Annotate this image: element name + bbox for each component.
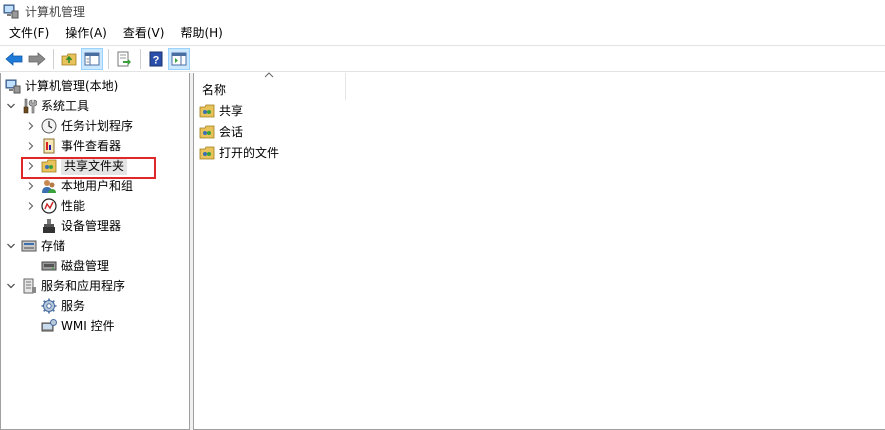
tree-item-computer-management[interactable]: 计算机管理(本地) bbox=[5, 76, 118, 96]
computer-management-icon bbox=[5, 78, 21, 94]
list-item-shares[interactable]: 共享 bbox=[199, 101, 243, 121]
forward-button[interactable] bbox=[26, 48, 48, 70]
device-manager-icon bbox=[41, 218, 57, 234]
tree-item-system-tools[interactable]: 系统工具 bbox=[5, 96, 89, 116]
tree-item-event-viewer[interactable]: 事件查看器 bbox=[25, 136, 121, 156]
users-icon bbox=[41, 178, 57, 194]
clock-icon bbox=[41, 118, 57, 134]
performance-icon bbox=[41, 198, 57, 214]
chevron-down-icon[interactable] bbox=[5, 236, 17, 256]
chevron-right-icon[interactable] bbox=[25, 176, 37, 196]
tree-item-services[interactable]: 服务 bbox=[37, 296, 85, 316]
tree-item-label: 存储 bbox=[41, 239, 66, 253]
shared-folder-icon bbox=[199, 145, 215, 161]
gear-icon bbox=[41, 298, 57, 314]
event-viewer-icon bbox=[41, 138, 57, 154]
system-tools-icon bbox=[21, 98, 38, 114]
toolbar: ? bbox=[0, 45, 885, 72]
toolbar-separator bbox=[108, 48, 109, 69]
show-hide-tree-icon bbox=[84, 52, 100, 65]
tree-item-label: 任务计划程序 bbox=[61, 119, 134, 133]
action-pane-icon bbox=[171, 52, 187, 65]
tree-item-label: 服务和应用程序 bbox=[41, 279, 126, 293]
chevron-right-icon[interactable] bbox=[25, 116, 37, 136]
chevron-down-icon[interactable] bbox=[5, 96, 17, 116]
tree-item-label: 事件查看器 bbox=[61, 139, 122, 153]
shared-folder-icon bbox=[199, 103, 215, 119]
chevron-right-icon[interactable] bbox=[25, 196, 37, 216]
column-header-name[interactable]: 名称 bbox=[194, 71, 346, 100]
menu-action[interactable]: 操作(A) bbox=[56, 23, 114, 44]
tree-item-device-manager[interactable]: 设备管理器 bbox=[37, 216, 121, 236]
help-button[interactable]: ? bbox=[145, 48, 167, 70]
sort-ascending-icon bbox=[264, 71, 274, 82]
menu-view[interactable]: 查看(V) bbox=[114, 23, 172, 44]
services-apps-icon bbox=[21, 278, 37, 294]
tree-item-label: 性能 bbox=[61, 199, 86, 213]
wmi-icon bbox=[41, 318, 57, 334]
storage-icon bbox=[21, 238, 37, 254]
list-item-label: 会话 bbox=[219, 125, 244, 139]
results-pane[interactable]: 名称 共享 会话 打开的文件 bbox=[193, 71, 885, 430]
tree-item-storage[interactable]: 存储 bbox=[5, 236, 65, 256]
shared-folder-icon bbox=[199, 124, 215, 140]
up-folder-button[interactable] bbox=[58, 48, 80, 70]
forward-icon bbox=[28, 51, 46, 66]
tree-item-label: WMI 控件 bbox=[61, 319, 115, 333]
tree-item-local-users-groups[interactable]: 本地用户和组 bbox=[25, 176, 133, 196]
export-list-icon bbox=[117, 51, 131, 66]
tree-item-label: 设备管理器 bbox=[61, 219, 122, 233]
computer-management-icon bbox=[3, 3, 19, 19]
list-item-label: 打开的文件 bbox=[219, 146, 280, 160]
list-item-open-files[interactable]: 打开的文件 bbox=[199, 143, 279, 163]
tree-item-task-scheduler[interactable]: 任务计划程序 bbox=[25, 116, 133, 136]
help-icon: ? bbox=[149, 51, 163, 66]
toolbar-separator bbox=[140, 48, 141, 69]
back-button[interactable] bbox=[3, 48, 25, 70]
show-hide-tree-button[interactable] bbox=[81, 47, 103, 70]
menu-help[interactable]: 帮助(H) bbox=[171, 23, 229, 44]
tree-item-label: 系统工具 bbox=[41, 99, 90, 113]
column-header-label: 名称 bbox=[202, 83, 227, 97]
tree-item-wmi-control[interactable]: WMI 控件 bbox=[37, 316, 115, 336]
action-pane-button[interactable] bbox=[168, 47, 190, 70]
tree-item-services-applications[interactable]: 服务和应用程序 bbox=[5, 276, 125, 296]
list-item-sessions[interactable]: 会话 bbox=[199, 122, 243, 142]
up-folder-icon bbox=[61, 53, 77, 65]
tree-item-label: 本地用户和组 bbox=[61, 179, 134, 193]
menu-bar: 文件(F) 操作(A) 查看(V) 帮助(H) bbox=[0, 23, 885, 44]
chevron-down-icon[interactable] bbox=[5, 276, 17, 296]
disk-icon bbox=[41, 258, 57, 274]
window-title: 计算机管理 bbox=[25, 4, 86, 19]
tree-item-label: 服务 bbox=[61, 299, 86, 313]
tree-item-label: 磁盘管理 bbox=[61, 259, 110, 273]
toolbar-separator bbox=[53, 48, 54, 69]
tree-item-disk-management[interactable]: 磁盘管理 bbox=[37, 256, 109, 276]
tree-item-label: 计算机管理(本地) bbox=[25, 79, 119, 93]
back-icon bbox=[5, 51, 23, 66]
list-item-label: 共享 bbox=[219, 104, 244, 118]
export-list-button[interactable] bbox=[113, 48, 135, 70]
title-bar: 计算机管理 bbox=[0, 0, 885, 22]
console-tree[interactable]: 计算机管理(本地) 系统工具 任务计划程序 事件查看器 共享文件夹 本地用户和组… bbox=[0, 73, 190, 430]
menu-file[interactable]: 文件(F) bbox=[0, 23, 56, 44]
svg-text:?: ? bbox=[153, 54, 160, 66]
chevron-right-icon[interactable] bbox=[25, 136, 37, 156]
tree-item-performance[interactable]: 性能 bbox=[25, 196, 85, 216]
